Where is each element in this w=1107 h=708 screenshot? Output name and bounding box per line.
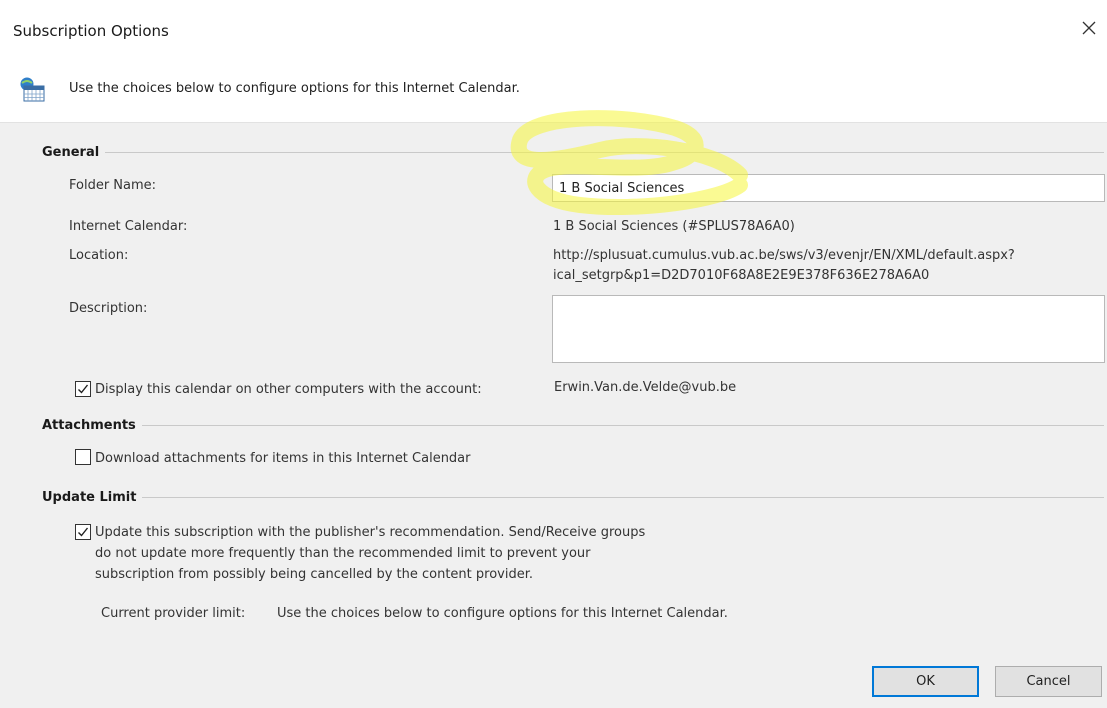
general-divider <box>42 152 1104 153</box>
ok-button[interactable]: OK <box>872 666 979 697</box>
update-limit-divider <box>42 497 1104 498</box>
internet-calendar-value: 1 B Social Sciences (#SPLUS78A6A0) <box>553 219 795 234</box>
folder-name-field[interactable] <box>552 174 1105 202</box>
update-subscription-line2: do not update more frequently than the r… <box>95 546 591 561</box>
cancel-button[interactable]: Cancel <box>995 666 1102 697</box>
location-value-line2: ical_setgrp&p1=D2D7010F68A8E2E9E378F636E… <box>553 268 930 283</box>
update-limit-heading: Update Limit <box>42 490 143 505</box>
attachments-divider <box>42 425 1104 426</box>
general-heading: General <box>42 145 106 160</box>
current-limit-value: Use the choices below to configure optio… <box>277 606 728 621</box>
description-field[interactable] <box>552 295 1105 363</box>
dialog-title: Subscription Options <box>13 22 169 40</box>
calendar-icon <box>18 77 46 103</box>
description-label: Description: <box>69 301 148 316</box>
update-subscription-line1[interactable]: Update this subscription with the publis… <box>95 525 645 540</box>
location-label: Location: <box>69 248 129 263</box>
intro-text: Use the choices below to configure optio… <box>69 81 520 96</box>
folder-name-label: Folder Name: <box>69 178 157 193</box>
location-value-line1: http://splusuat.cumulus.vub.ac.be/sws/v3… <box>553 248 1015 263</box>
display-calendar-checkbox[interactable] <box>75 381 91 397</box>
attachments-heading: Attachments <box>42 418 142 433</box>
display-calendar-label[interactable]: Display this calendar on other computers… <box>95 382 482 397</box>
update-subscription-checkbox[interactable] <box>75 524 91 540</box>
close-icon[interactable] <box>1078 17 1100 39</box>
current-limit-label: Current provider limit: <box>101 606 246 621</box>
download-attachments-checkbox[interactable] <box>75 449 91 465</box>
update-subscription-line3: subscription from possibly being cancell… <box>95 567 534 582</box>
download-attachments-label[interactable]: Download attachments for items in this I… <box>95 451 471 466</box>
internet-calendar-label: Internet Calendar: <box>69 219 188 234</box>
account-value: Erwin.Van.de.Velde@vub.be <box>554 380 737 395</box>
